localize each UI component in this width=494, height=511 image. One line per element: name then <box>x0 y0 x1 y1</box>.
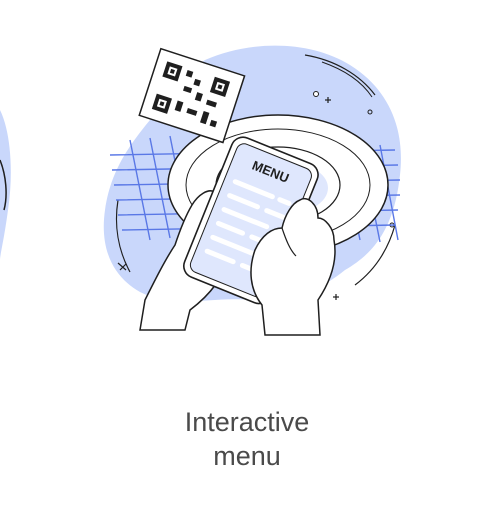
caption: Interactive menu <box>0 405 494 473</box>
caption-line-1: Interactive <box>184 407 310 437</box>
dot-1 <box>313 91 319 97</box>
interactive-menu-illustration: MENU <box>0 45 401 336</box>
caption-line-2: menu <box>213 441 281 471</box>
